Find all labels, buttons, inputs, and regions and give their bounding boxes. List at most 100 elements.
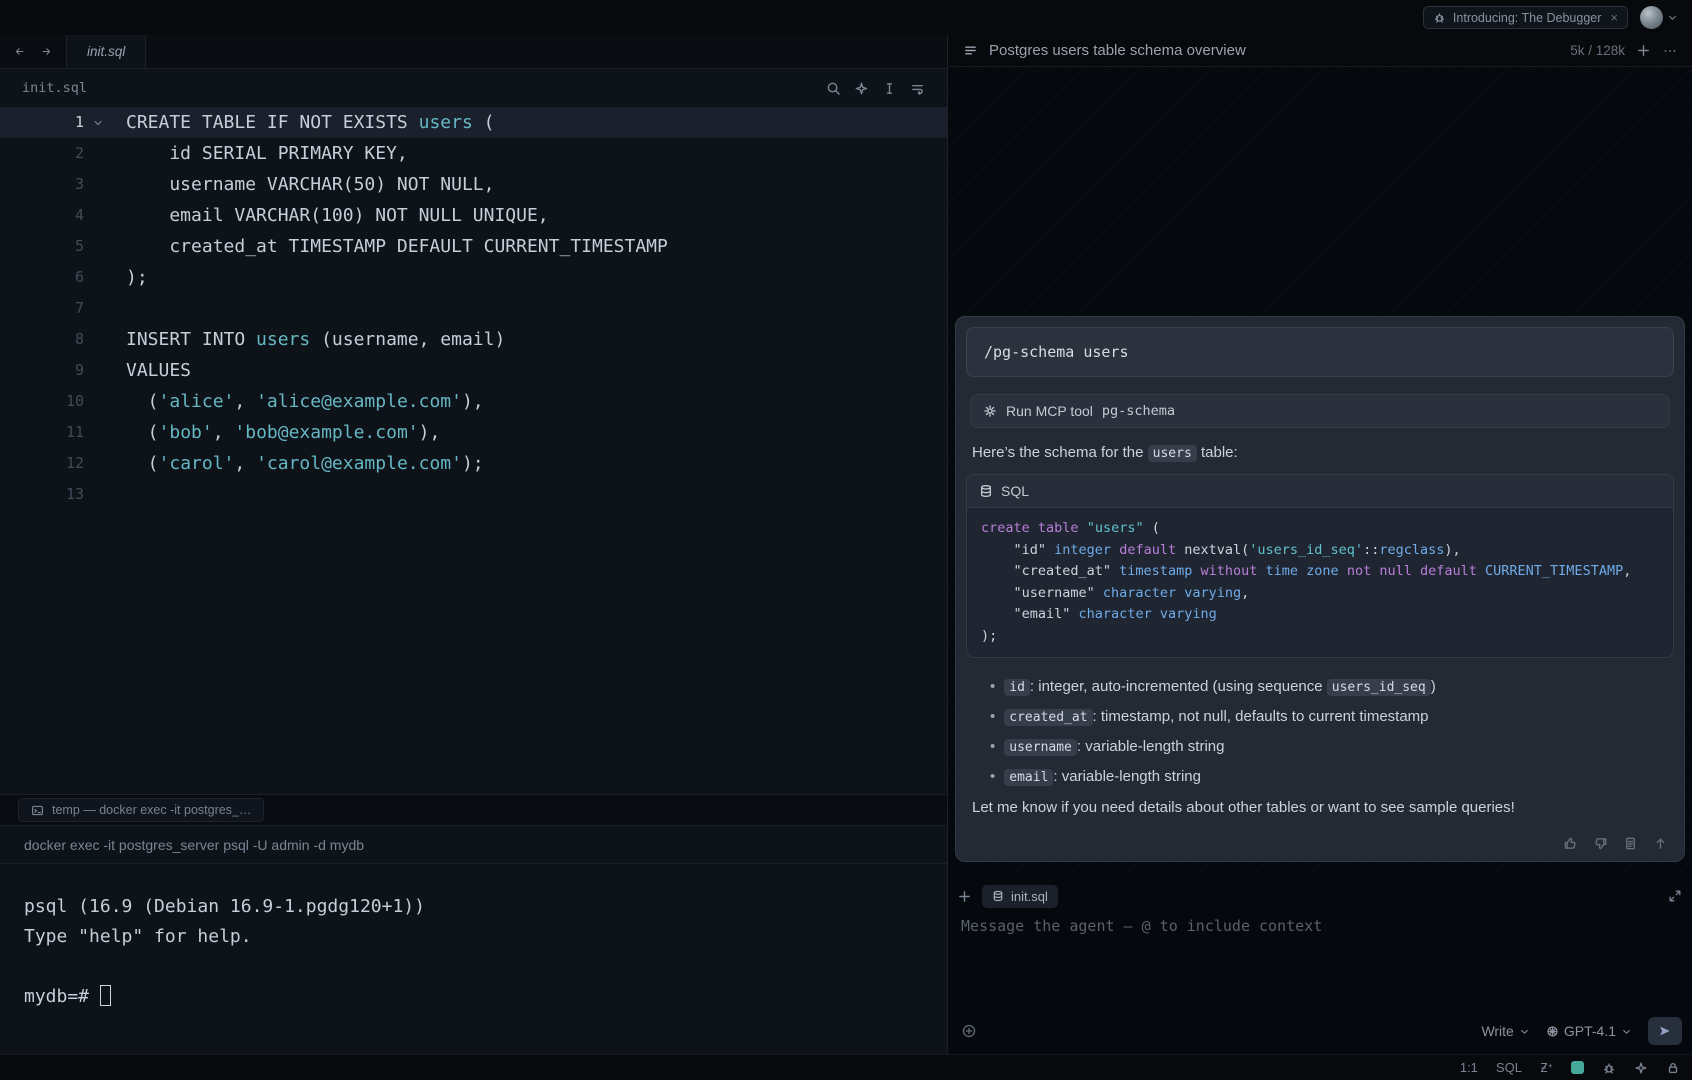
agent-thread-scroll[interactable]: /pg-schema users Run MCP tool pg-schema … bbox=[949, 67, 1692, 875]
list-item: •created_at: timestamp, not null, defaul… bbox=[990, 702, 1674, 732]
line-number[interactable]: 4 bbox=[0, 200, 84, 231]
message-composer: init.sql Write GPT-4.1 bbox=[949, 875, 1692, 1054]
line-number[interactable]: 8 bbox=[0, 324, 84, 355]
message-input[interactable] bbox=[961, 917, 1680, 1003]
debugger-icon[interactable] bbox=[1602, 1061, 1616, 1075]
scroll-to-top-icon[interactable] bbox=[1653, 836, 1668, 851]
text-cursor-icon[interactable] bbox=[882, 81, 897, 96]
code-line[interactable]: 6); bbox=[0, 262, 947, 293]
user-menu[interactable] bbox=[1640, 6, 1678, 29]
code-line[interactable]: 11 ('bob', 'bob@example.com'), bbox=[0, 417, 947, 448]
line-number[interactable]: 13 bbox=[0, 479, 84, 510]
code-line[interactable]: 10 ('alice', 'alice@example.com'), bbox=[0, 386, 947, 417]
code-line[interactable]: 3 username VARCHAR(50) NOT NULL, bbox=[0, 169, 947, 200]
code-editor[interactable]: 1 CREATE TABLE IF NOT EXISTS users ( 2 i… bbox=[0, 107, 947, 794]
lock-icon[interactable] bbox=[1666, 1061, 1680, 1075]
bullet-text: created_at: timestamp, not null, default… bbox=[1004, 702, 1428, 732]
breadcrumb[interactable]: init.sql bbox=[22, 80, 87, 96]
thread-history-icon[interactable] bbox=[963, 43, 978, 58]
sql-line: "created_at" timestamp without time zone… bbox=[981, 561, 1659, 583]
code-text bbox=[112, 479, 126, 510]
terminal-tab-bar: temp — docker exec -it postgres_… bbox=[0, 794, 947, 826]
bullet-text: id: integer, auto-incremented (using seq… bbox=[1004, 672, 1435, 702]
code-text: INSERT INTO users (username, email) bbox=[112, 324, 505, 355]
debug-icon bbox=[1433, 11, 1446, 24]
breadcrumb-bar: init.sql bbox=[0, 69, 947, 107]
cursor-position[interactable]: 1:1 bbox=[1460, 1060, 1478, 1075]
thumbs-down-icon[interactable] bbox=[1593, 836, 1608, 851]
assistant-text: Here’s the schema for the users table: bbox=[972, 442, 1668, 464]
sql-line: "email" character varying bbox=[981, 604, 1659, 626]
agent-panel-header: Postgres users table schema overview 5k … bbox=[949, 35, 1692, 67]
search-icon[interactable] bbox=[826, 81, 841, 96]
thumbs-up-icon[interactable] bbox=[1563, 836, 1578, 851]
message-actions bbox=[1563, 836, 1668, 851]
line-number[interactable]: 9 bbox=[0, 355, 84, 386]
line-number[interactable]: 11 bbox=[0, 417, 84, 448]
assistant-sparkle-icon[interactable] bbox=[1634, 1061, 1648, 1075]
terminal-prompt-line: mydb=# bbox=[24, 982, 923, 1012]
bullet-marker: • bbox=[990, 672, 995, 701]
fold-chevron-icon[interactable] bbox=[84, 107, 112, 138]
ellipsis-icon bbox=[1662, 43, 1678, 59]
debugger-announcement-badge[interactable]: Introducing: The Debugger × bbox=[1423, 6, 1628, 29]
code-text: id SERIAL PRIMARY KEY, bbox=[112, 138, 408, 169]
model-selector[interactable]: GPT-4.1 bbox=[1546, 1023, 1632, 1039]
add-context-button[interactable] bbox=[957, 889, 972, 904]
code-text: created_at TIMESTAMP DEFAULT CURRENT_TIM… bbox=[112, 231, 668, 262]
new-thread-button[interactable] bbox=[1636, 43, 1651, 58]
tool-call-prefix: Run MCP tool bbox=[1006, 403, 1093, 419]
line-number[interactable]: 1 bbox=[0, 107, 84, 138]
list-item: •username: variable-length string bbox=[990, 732, 1674, 762]
code-block-header[interactable]: SQL bbox=[967, 475, 1673, 508]
context-chip-init-sql[interactable]: init.sql bbox=[982, 885, 1058, 908]
code-line[interactable]: 12 ('carol', 'carol@example.com'); bbox=[0, 448, 947, 479]
send-button[interactable] bbox=[1648, 1017, 1682, 1045]
agent-settings-icon[interactable] bbox=[961, 1023, 977, 1039]
code-line[interactable]: 1 CREATE TABLE IF NOT EXISTS users ( bbox=[0, 107, 947, 138]
code-line[interactable]: 13 bbox=[0, 479, 947, 510]
code-text bbox=[112, 293, 126, 324]
code-line[interactable]: 2 id SERIAL PRIMARY KEY, bbox=[0, 138, 947, 169]
code-line[interactable]: 7 bbox=[0, 293, 947, 324]
send-icon bbox=[1658, 1024, 1672, 1038]
user-message[interactable]: /pg-schema users bbox=[966, 327, 1674, 377]
close-icon[interactable]: × bbox=[1610, 10, 1618, 25]
terminal-tab[interactable]: temp — docker exec -it postgres_… bbox=[18, 798, 264, 822]
code-line[interactable]: 9VALUES bbox=[0, 355, 947, 386]
forward-button[interactable] bbox=[41, 44, 52, 59]
expand-icon[interactable] bbox=[1668, 889, 1682, 903]
line-number[interactable]: 5 bbox=[0, 231, 84, 262]
tab-label: init.sql bbox=[87, 44, 125, 59]
line-number[interactable]: 10 bbox=[0, 386, 84, 417]
bullet-text: email: variable-length string bbox=[1004, 762, 1201, 792]
line-number[interactable]: 12 bbox=[0, 448, 84, 479]
bullet-marker: • bbox=[990, 762, 995, 791]
copy-icon[interactable] bbox=[1623, 836, 1638, 851]
schema-bullet-list: • id: integer, auto-incremented (using se… bbox=[990, 672, 1674, 792]
token-count: 5k / 128k bbox=[1570, 43, 1625, 58]
code-line[interactable]: 8 INSERT INTO users (username, email) bbox=[0, 324, 947, 355]
edit-prediction-icon[interactable]: Ƶ⁺ bbox=[1540, 1060, 1553, 1075]
mode-selector[interactable]: Write bbox=[1481, 1023, 1529, 1039]
tool-call[interactable]: Run MCP tool pg-schema bbox=[970, 394, 1670, 428]
code-line[interactable]: 4 email VARCHAR(100) NOT NULL UNIQUE, bbox=[0, 200, 947, 231]
thread-title[interactable]: Postgres users table schema overview bbox=[989, 42, 1246, 59]
line-number[interactable]: 3 bbox=[0, 169, 84, 200]
copilot-icon[interactable] bbox=[1571, 1061, 1584, 1074]
code-line[interactable]: 5 created_at TIMESTAMP DEFAULT CURRENT_T… bbox=[0, 231, 947, 262]
code-block-body: create table "users" ( "id" integer defa… bbox=[967, 508, 1673, 657]
back-button[interactable] bbox=[14, 44, 25, 59]
more-options-button[interactable] bbox=[1662, 43, 1678, 59]
terminal-output[interactable]: psql (16.9 (Debian 16.9-1.pgdg120+1))Typ… bbox=[0, 864, 947, 1054]
language-selector[interactable]: SQL bbox=[1496, 1060, 1522, 1075]
tab-init-sql[interactable]: init.sql bbox=[66, 35, 146, 68]
line-number[interactable]: 2 bbox=[0, 138, 84, 169]
line-number[interactable]: 6 bbox=[0, 262, 84, 293]
bullet-marker: • bbox=[990, 732, 995, 761]
inline-assist-icon[interactable] bbox=[854, 81, 869, 96]
line-number[interactable]: 7 bbox=[0, 293, 84, 324]
code-text: ('alice', 'alice@example.com'), bbox=[112, 386, 484, 417]
chevron-down-icon bbox=[1667, 12, 1678, 23]
wrap-icon[interactable] bbox=[910, 81, 925, 96]
